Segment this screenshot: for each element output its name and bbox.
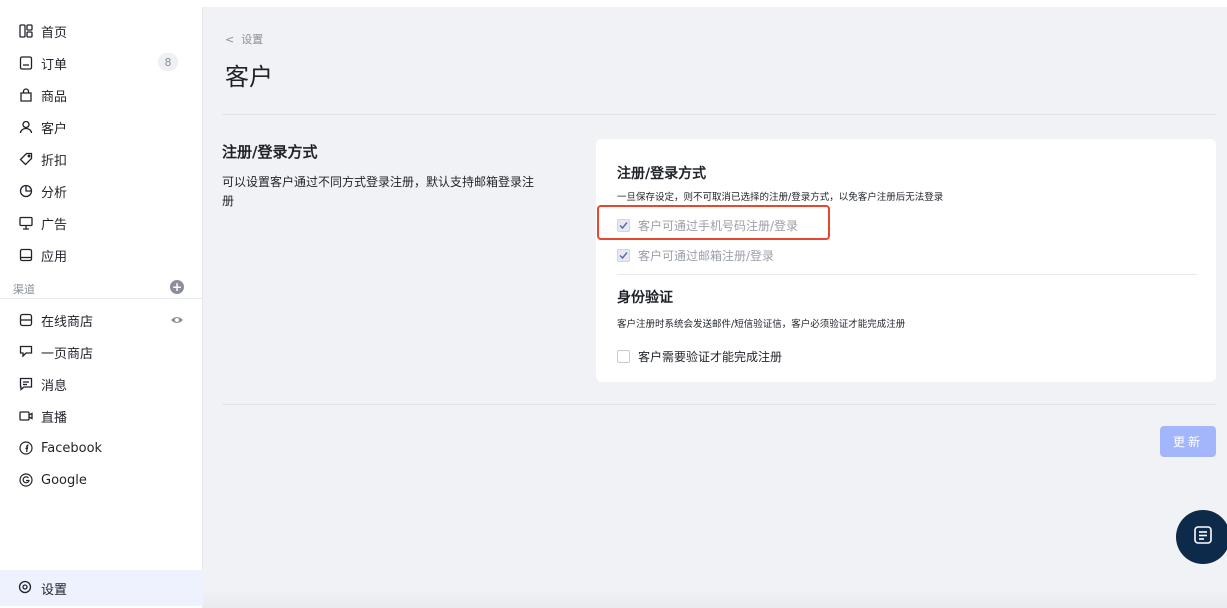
top-strip [0,0,1227,7]
sidebar-item-discounts[interactable]: 折扣 [0,145,203,173]
sidebar-item-label: 一页商店 [41,346,94,362]
sidebar-item-products[interactable]: 商品 [0,81,203,109]
verification-description: 客户注册时系统会发送邮件/短信验证信，客户必须验证才能完成注册 [617,319,906,330]
sidebar-item-label: 订单 [41,57,68,73]
section-title: 注册/登录方式 [222,143,318,161]
sidebar-item-customers[interactable]: 客户 [0,113,203,141]
sidebar-item-ads[interactable]: 广告 [0,209,203,237]
channels-label: 渠道 [13,283,35,296]
login-method-description: 一旦保存设定，则不可取消已选择的注册/登录方式，以免客户注册后无法登录 [617,192,944,203]
sidebar-item-label: 客户 [41,121,68,137]
sidebar-item-google[interactable]: Google [0,466,203,494]
sidebar-item-label: 在线商店 [41,314,94,330]
sidebar-item-label: 直播 [41,410,68,426]
facebook-icon [18,440,34,456]
sidebar-item-apps[interactable]: 应用 [0,241,203,269]
sidebar-item-orders[interactable]: 订单 8 [0,49,203,77]
sidebar-item-label: 首页 [41,25,68,41]
app-icon [18,247,34,263]
card-divider [617,274,1197,275]
email-login-checkbox[interactable] [617,249,630,262]
login-method-title: 注册/登录方式 [617,166,707,182]
footer-divider [222,404,1216,405]
bottom-shadow [203,590,1227,608]
sidebar-item-settings[interactable]: 设置 [0,570,203,606]
sidebar-item-facebook[interactable]: Facebook [0,434,203,462]
google-icon [18,472,34,488]
one-page-icon [18,344,34,360]
chat-support-button[interactable] [1176,510,1227,564]
update-button[interactable]: 更新 [1160,426,1216,457]
verification-title: 身份验证 [617,290,673,306]
sidebar: 首页 订单 8 商品 客户 折扣 分析 广告 应用 渠道 + 在线商店 一页商店… [0,7,203,608]
sidebar-divider [0,298,203,299]
tag-icon [18,151,34,167]
store-icon [18,312,34,328]
dashboard-icon [18,23,34,39]
message-icon [18,376,34,392]
page-title: 客户 [225,63,273,91]
chat-icon [1193,525,1213,549]
sidebar-item-label: 应用 [41,249,68,265]
chart-pie-icon [18,183,34,199]
email-login-option[interactable]: 客户可通过邮箱注册/登录 [617,247,774,264]
user-icon [18,119,34,135]
require-verification-label: 客户需要验证才能完成注册 [638,350,783,364]
section-description: 可以设置客户通过不同方式登录注册，默认支持邮箱登录注册 [222,175,535,208]
sidebar-item-analytics[interactable]: 分析 [0,177,203,205]
sidebar-item-label: Google [41,472,87,488]
sidebar-item-label: 设置 [41,582,68,598]
settings-icon [18,580,34,596]
orders-icon [18,55,34,71]
annotation-highlight-box [597,205,830,240]
sidebar-item-live[interactable]: 直播 [0,402,203,430]
view-store-eye-icon[interactable] [170,313,184,331]
live-icon [18,408,34,424]
breadcrumb-label: 设置 [241,33,264,46]
require-verification-checkbox[interactable] [617,350,630,363]
bag-icon [18,87,34,103]
require-verification-option[interactable]: 客户需要验证才能完成注册 [617,348,782,365]
chevron-left-icon: < [225,32,235,46]
sidebar-item-label: 分析 [41,185,68,201]
orders-count-badge: 8 [158,53,178,71]
header-divider [222,114,1216,115]
ad-icon [18,215,34,231]
add-channel-icon[interactable]: + [170,280,184,294]
sidebar-item-label: 广告 [41,217,68,233]
sidebar-item-label: Facebook [41,440,103,456]
sidebar-item-messages[interactable]: 消息 [0,370,203,398]
login-settings-card: 注册/登录方式 一旦保存设定，则不可取消已选择的注册/登录方式，以免客户注册后无… [596,139,1216,382]
sidebar-item-label: 消息 [41,378,68,394]
breadcrumb[interactable]: < 设置 [225,31,263,47]
sidebar-item-home[interactable]: 首页 [0,17,203,45]
sidebar-item-one-page-store[interactable]: 一页商店 [0,338,203,366]
sidebar-item-label: 折扣 [41,153,68,169]
sidebar-item-online-store[interactable]: 在线商店 [0,306,203,334]
sidebar-item-label: 商品 [41,89,68,105]
email-login-label: 客户可通过邮箱注册/登录 [638,249,775,263]
